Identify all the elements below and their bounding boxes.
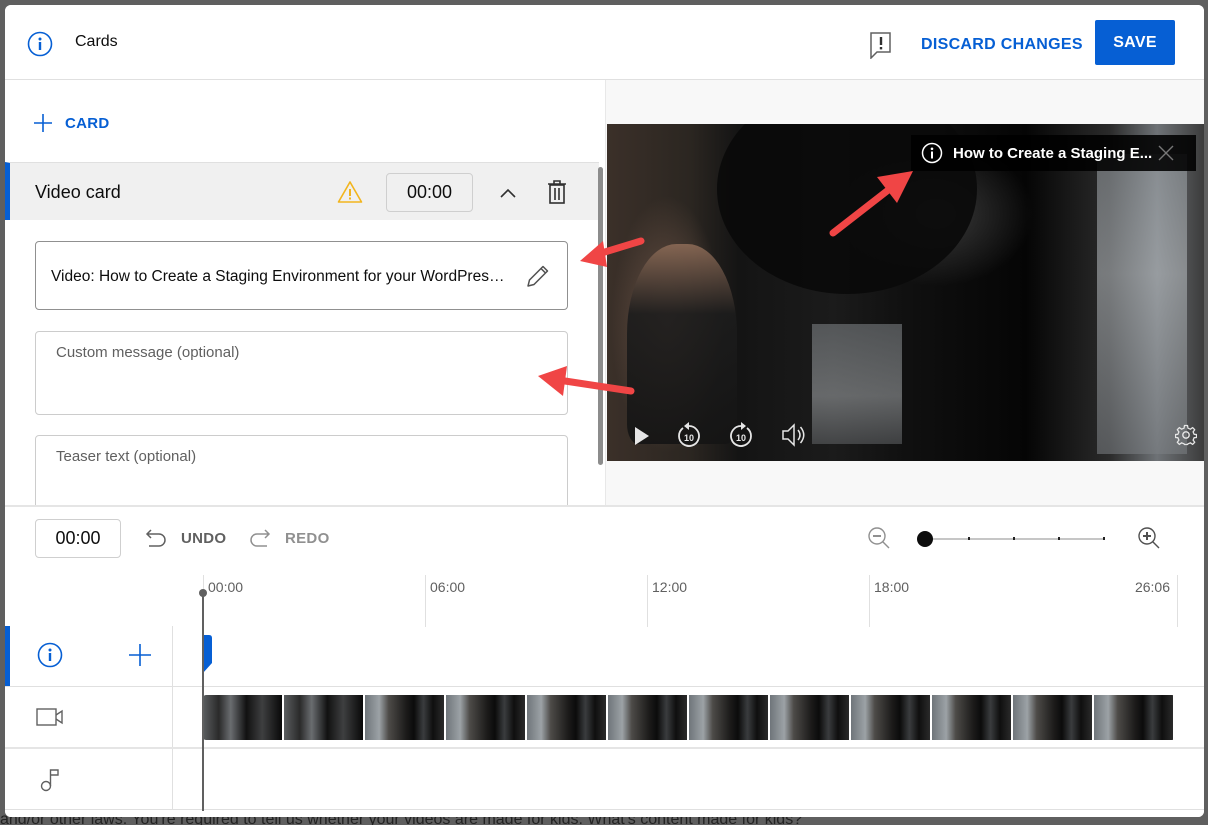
settings-icon[interactable]	[1175, 424, 1197, 446]
zoom-slider-track[interactable]	[925, 537, 1105, 540]
video-frame-detail	[1097, 154, 1187, 454]
video-player[interactable]: How to Create a Staging E... 10 10	[607, 124, 1204, 461]
zoom-slider-tick	[1013, 537, 1015, 540]
filmstrip-frame	[770, 695, 851, 740]
card-editor-panel: CARD Video card 00:00 Video: How to Crea…	[5, 80, 605, 505]
cards-track	[5, 626, 1204, 687]
linked-video-field[interactable]: Video: How to Create a Staging Environme…	[35, 241, 568, 310]
card-teaser-overlay[interactable]: How to Create a Staging E...	[911, 135, 1196, 171]
timeline-current-time-input[interactable]: 00:00	[35, 519, 121, 558]
ruler-tick	[1177, 575, 1178, 627]
timeline-editor: 00:00 UNDO REDO 00:00 06:00 12:00 18:00 …	[5, 505, 1204, 817]
filmstrip-frame	[446, 695, 527, 740]
filmstrip-frame	[1094, 695, 1175, 740]
custom-message-placeholder: Custom message (optional)	[56, 344, 240, 361]
video-camera-icon	[36, 708, 63, 726]
ruler-tick	[425, 575, 426, 627]
zoom-slider-tick	[1058, 537, 1060, 540]
ruler-label: 06:00	[430, 579, 466, 595]
zoom-slider-tick	[968, 537, 970, 540]
card-teaser-title: How to Create a Staging E...	[953, 144, 1153, 162]
add-icon[interactable]	[128, 643, 152, 667]
editor-scrollbar[interactable]	[598, 167, 603, 465]
plus-icon	[34, 114, 52, 132]
warning-icon	[337, 181, 363, 203]
forward-10-icon[interactable]: 10	[729, 422, 753, 448]
filmstrip-frame	[608, 695, 689, 740]
dialog-header: Cards DISCARD CHANGES SAVE	[5, 5, 1204, 80]
filmstrip-frame	[689, 695, 770, 740]
video-track	[5, 687, 1204, 749]
filmstrip-frame	[284, 695, 365, 740]
add-card-button[interactable]: CARD	[33, 110, 110, 136]
zoom-slider-tick	[1103, 537, 1105, 540]
chevron-up-icon[interactable]	[496, 181, 520, 205]
zoom-out-icon[interactable]	[867, 526, 891, 550]
teaser-text-placeholder: Teaser text (optional)	[56, 448, 197, 465]
video-preview-panel: How to Create a Staging E... 10 10	[605, 80, 1204, 505]
trash-icon[interactable]	[546, 179, 568, 205]
timeline-ruler[interactable]: 00:00 06:00 12:00 18:00 26:06	[203, 575, 1178, 627]
dialog-title: Cards	[75, 33, 118, 50]
undo-button[interactable]: UNDO	[145, 525, 226, 551]
info-icon	[27, 31, 53, 57]
filmstrip-frame	[365, 695, 446, 740]
info-icon	[921, 142, 943, 164]
linked-video-text: Video: How to Create a Staging Environme…	[51, 268, 511, 285]
ruler-tick	[869, 575, 870, 627]
ruler-label: 18:00	[874, 579, 910, 595]
music-note-icon	[40, 769, 59, 792]
custom-message-input[interactable]: Custom message (optional)	[35, 331, 568, 415]
audio-track	[5, 749, 1204, 810]
video-card-header[interactable]: Video card 00:00	[5, 162, 599, 220]
redo-button[interactable]: REDO	[249, 525, 330, 551]
close-icon[interactable]	[1158, 145, 1174, 161]
video-filmstrip[interactable]	[203, 695, 1175, 740]
rewind-10-icon[interactable]: 10	[677, 422, 701, 448]
ruler-label: 00:00	[208, 579, 244, 595]
filmstrip-frame	[527, 695, 608, 740]
filmstrip-frame	[932, 695, 1013, 740]
audio-track-header	[5, 749, 173, 809]
card-type-label: Video card	[35, 182, 121, 202]
ruler-tick	[647, 575, 648, 627]
save-button[interactable]: SAVE	[1095, 20, 1175, 65]
zoom-in-icon[interactable]	[1137, 526, 1161, 550]
ruler-label: 12:00	[652, 579, 688, 595]
video-frame-person	[627, 244, 737, 444]
add-card-label: CARD	[65, 114, 110, 132]
card-start-time-input[interactable]: 00:00	[386, 173, 473, 212]
redo-label: REDO	[285, 529, 330, 547]
pencil-icon[interactable]	[524, 262, 552, 290]
zoom-slider-thumb[interactable]	[917, 531, 933, 547]
ruler-label: 26:06	[1134, 579, 1170, 595]
filmstrip-frame	[851, 695, 932, 740]
filmstrip-frame	[1013, 695, 1094, 740]
svg-text:10: 10	[684, 433, 694, 443]
discard-changes-button[interactable]: DISCARD CHANGES	[911, 29, 1093, 61]
play-icon[interactable]	[634, 426, 650, 446]
teaser-text-input[interactable]: Teaser text (optional)	[35, 435, 568, 505]
svg-text:10: 10	[736, 433, 746, 443]
volume-icon[interactable]	[781, 423, 807, 447]
card-marker-handle[interactable]	[203, 635, 212, 673]
redo-icon	[250, 529, 271, 547]
video-track-header	[5, 687, 173, 747]
cards-editor-dialog: Cards DISCARD CHANGES SAVE CARD Video ca…	[5, 5, 1204, 817]
undo-icon	[145, 529, 166, 547]
feedback-icon[interactable]	[869, 31, 893, 59]
playhead-line[interactable]	[202, 591, 204, 811]
video-frame-detail	[812, 324, 902, 444]
undo-label: UNDO	[181, 529, 227, 547]
cards-track-header	[5, 626, 173, 686]
filmstrip-frame	[203, 695, 284, 740]
info-icon	[37, 642, 63, 668]
